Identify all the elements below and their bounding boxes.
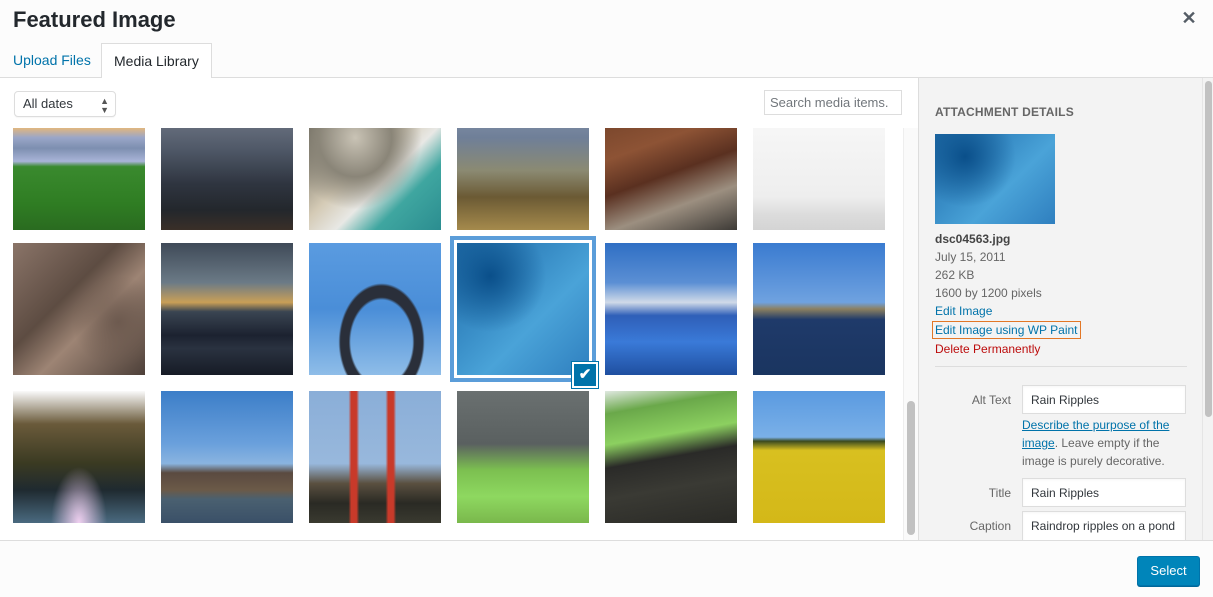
media-item[interactable]: [161, 128, 293, 230]
media-item[interactable]: [605, 243, 737, 375]
attachment-details-sidebar: Attachment Details dsc04563.jpg July 15,…: [918, 78, 1202, 540]
alt-text-input[interactable]: [1022, 385, 1186, 414]
search-media-input[interactable]: [764, 90, 902, 115]
media-item[interactable]: [457, 128, 589, 230]
tab-media-library[interactable]: Media Library: [101, 43, 212, 79]
media-grid: ✔: [0, 128, 903, 540]
selected-checkmark-icon[interactable]: ✔: [572, 362, 598, 388]
media-grid-scrollbar[interactable]: [903, 128, 918, 540]
media-item[interactable]: [753, 128, 885, 230]
caption-label: Caption: [969, 519, 1011, 533]
media-item[interactable]: [605, 391, 737, 523]
featured-image-modal: Featured Image ✕ Upload Files Media Libr…: [0, 0, 1213, 597]
media-item[interactable]: [309, 128, 441, 230]
title-input[interactable]: [1022, 478, 1186, 507]
media-tabs: Upload Files Media Library: [0, 43, 1213, 79]
media-item[interactable]: [161, 391, 293, 523]
divider: [935, 366, 1187, 367]
media-item[interactable]: [13, 243, 145, 375]
media-item[interactable]: [13, 391, 145, 523]
delete-permanently-link[interactable]: Delete Permanently: [935, 340, 1081, 358]
media-item[interactable]: [457, 391, 589, 523]
caption-textarea[interactable]: Raindrop ripples on a pond: [1022, 511, 1186, 540]
modal-footer: Select: [0, 540, 1213, 597]
select-button[interactable]: Select: [1137, 556, 1200, 586]
attachment-filename: dsc04563.jpg: [935, 232, 1011, 246]
media-item-selected[interactable]: [457, 243, 589, 375]
media-item[interactable]: [309, 391, 441, 523]
attachment-preview-image: [935, 134, 1055, 224]
media-item[interactable]: [161, 243, 293, 375]
date-filter-select[interactable]: All dates ▲ ▼: [14, 91, 116, 117]
title-label: Title: [988, 486, 1011, 500]
attachment-details-heading: Attachment Details: [935, 105, 1074, 119]
date-filter-value: All dates: [23, 96, 73, 111]
sidebar-scrollbar-thumb[interactable]: [1205, 81, 1212, 417]
attachment-date: July 15, 2011: [935, 250, 1006, 264]
media-item[interactable]: [309, 243, 441, 375]
alt-text-help: Describe the purpose of the image. Leave…: [1022, 416, 1192, 470]
media-item[interactable]: [13, 128, 145, 230]
select-arrows-icon: ▲ ▼: [100, 96, 109, 115]
media-item[interactable]: [605, 128, 737, 230]
media-item[interactable]: [753, 243, 885, 375]
edit-image-wp-paint-link[interactable]: Edit Image using WP Paint: [932, 321, 1081, 339]
attachment-dimensions: 1600 by 1200 pixels: [935, 286, 1042, 300]
modal-title: Featured Image: [13, 7, 176, 32]
edit-image-link[interactable]: Edit Image: [935, 302, 1081, 320]
media-item[interactable]: [753, 391, 885, 523]
media-toolbar: All dates ▲ ▼: [0, 78, 918, 128]
alt-text-label: Alt Text: [971, 393, 1011, 407]
attachment-info: dsc04563.jpg July 15, 2011 262 KB 1600 b…: [932, 230, 1081, 358]
scrollbar-thumb[interactable]: [907, 401, 915, 535]
media-browser: All dates ▲ ▼ Search media items. ✔: [0, 78, 918, 540]
close-icon[interactable]: ✕: [1179, 8, 1199, 28]
attachment-filesize: 262 KB: [935, 268, 975, 282]
sidebar-scrollbar[interactable]: [1202, 78, 1213, 540]
tab-upload-files[interactable]: Upload Files: [1, 43, 103, 78]
